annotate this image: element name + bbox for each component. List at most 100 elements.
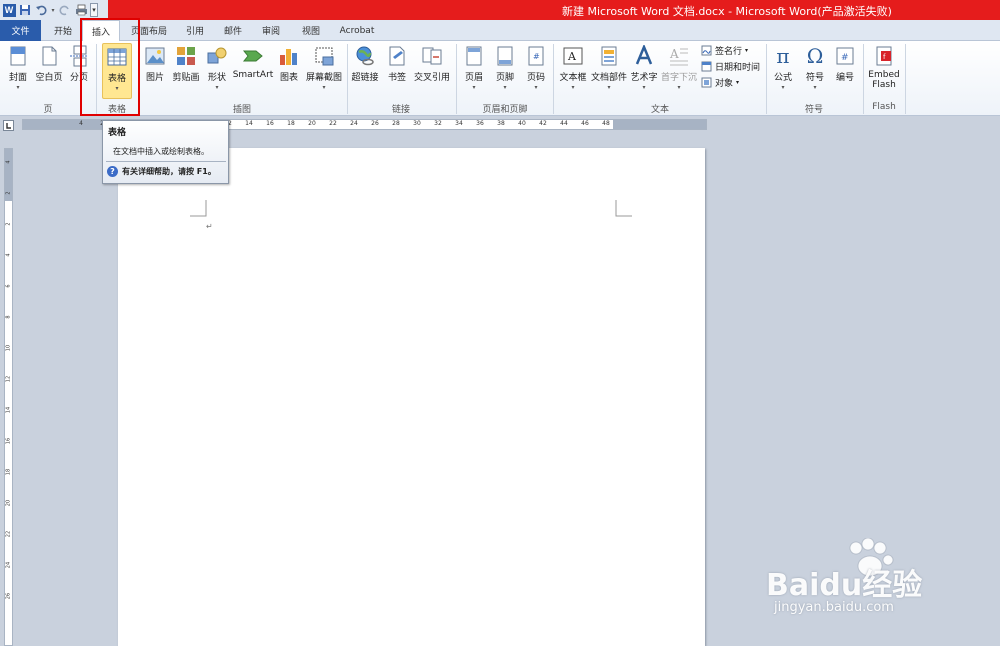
clipart-label: 剪贴画 <box>172 73 200 83</box>
tab-mailings[interactable]: 邮件 <box>216 20 250 41</box>
quick-parts-button[interactable]: 文档部件 ▾ <box>590 43 628 91</box>
textbox-icon: A <box>563 47 583 65</box>
equation-button[interactable]: π 公式 ▾ <box>770 43 796 91</box>
group-label-links: 链接 <box>391 105 411 115</box>
signature-line-label: 签名行 <box>715 47 743 57</box>
object-button[interactable]: 对象 ▾ <box>701 76 739 89</box>
svg-text:A: A <box>669 47 679 61</box>
vertical-ruler[interactable]: 4 2 2 4 6 8 10 12 14 16 18 20 22 24 26 <box>4 148 13 646</box>
group-separator <box>553 44 554 114</box>
bookmark-button[interactable]: 书签 <box>384 43 410 83</box>
tooltip-divider <box>106 161 226 162</box>
tab-references[interactable]: 引用 <box>178 20 212 41</box>
ruler-tick-label: 30 <box>413 120 421 127</box>
ruler-tick-label: 48 <box>602 120 610 127</box>
header-label: 页眉 <box>464 73 483 83</box>
tooltip-description: 在文档中插入或绘制表格。 <box>113 147 209 156</box>
embed-flash-button[interactable]: f Embed Flash <box>866 43 902 90</box>
group-separator <box>347 44 348 114</box>
help-icon: ? <box>107 166 118 177</box>
ruler-tick-label: 24 <box>5 561 12 569</box>
hyperlink-button[interactable]: 超链接 <box>350 43 380 83</box>
footer-button[interactable]: 页脚 ▾ <box>492 43 518 91</box>
group-label-text: 文本 <box>650 105 670 115</box>
symbol-button[interactable]: Ω 符号 ▾ <box>802 43 828 91</box>
chevron-down-icon: ▾ <box>16 84 20 91</box>
numbering-label: 编号 <box>835 73 854 83</box>
chart-icon <box>280 49 297 65</box>
quick-parts-label: 文档部件 <box>590 73 627 83</box>
tab-selector-button[interactable] <box>3 120 14 131</box>
chevron-down-icon: ▾ <box>571 84 575 91</box>
ruler-tick-label: 32 <box>434 120 442 127</box>
tab-home[interactable]: 开始 <box>46 20 80 41</box>
group-separator <box>456 44 457 114</box>
cover-page-button[interactable]: 封面 ▾ <box>4 43 32 91</box>
customize-toolbar-icon[interactable]: ▾ <box>90 3 98 17</box>
tab-file[interactable]: 文件 <box>0 20 41 41</box>
chevron-down-icon: ▾ <box>781 84 785 91</box>
wordart-label: 艺术字 <box>630 73 658 83</box>
tab-review[interactable]: 审阅 <box>254 20 288 41</box>
textbox-label: 文本框 <box>559 73 587 83</box>
textbox-button[interactable]: A 文本框 ▾ <box>558 43 588 91</box>
clipart-button[interactable]: 剪贴画 <box>170 43 202 83</box>
shapes-button[interactable]: 形状 ▾ <box>204 43 230 91</box>
group-label-pages: 页 <box>43 105 53 115</box>
smartart-button[interactable]: SmartArt <box>232 43 274 80</box>
ruler-tick-label: 42 <box>539 120 547 127</box>
tab-acrobat[interactable]: Acrobat <box>334 20 380 41</box>
ruler-tick-label: 26 <box>371 120 379 127</box>
watermark-url: jingyan.baidu.com <box>774 600 894 615</box>
embed-flash-label-2: Flash <box>872 80 896 90</box>
chart-label: 图表 <box>279 73 298 83</box>
cross-reference-button[interactable]: 交叉引用 <box>412 43 452 83</box>
ruler-tick-label: 2 <box>5 222 12 226</box>
blank-page-label: 空白页 <box>35 73 63 83</box>
ruler-margin-right <box>613 120 706 129</box>
header-button[interactable]: 页眉 ▾ <box>461 43 487 91</box>
blank-page-button[interactable]: 空白页 <box>34 43 64 83</box>
clipart-icon <box>177 47 195 65</box>
cross-reference-icon <box>422 47 442 65</box>
signature-line-button[interactable]: 签名行 ▾ <box>701 44 748 57</box>
ruler-tick-label: 14 <box>245 120 253 127</box>
date-time-button[interactable]: 日期和时间 <box>701 60 760 73</box>
drop-cap-button[interactable]: A 首字下沉 ▾ <box>660 43 698 91</box>
wordart-button[interactable]: 艺术字 ▾ <box>629 43 659 91</box>
ruler-tick-label: 18 <box>5 468 12 476</box>
group-label-symbols: 符号 <box>804 105 824 115</box>
ruler-tick-label: 40 <box>518 120 526 127</box>
document-page[interactable]: ↵ <box>118 148 705 646</box>
object-icon <box>701 77 712 88</box>
chevron-down-icon: ▾ <box>215 84 219 91</box>
redo-icon[interactable] <box>58 3 72 17</box>
word-app-icon[interactable]: W <box>2 3 16 17</box>
ruler-tick-label: 36 <box>476 120 484 127</box>
chevron-down-icon: ▾ <box>642 84 646 91</box>
picture-button[interactable]: 图片 <box>142 43 168 83</box>
chevron-down-icon: ▾ <box>677 84 681 91</box>
ruler-tick-label: 34 <box>455 120 463 127</box>
hyperlink-label: 超链接 <box>351 73 379 83</box>
tab-view[interactable]: 视图 <box>292 20 330 41</box>
group-label-illustrations: 插图 <box>232 105 252 115</box>
numbering-button[interactable]: # 编号 <box>832 43 858 83</box>
drop-cap-icon: A <box>669 47 688 66</box>
ruler-tick-label: 16 <box>5 437 12 445</box>
ruler-tick-label: 22 <box>329 120 337 127</box>
ruler-tick-label: 10 <box>5 344 12 352</box>
bookmark-label: 书签 <box>387 73 406 83</box>
drop-cap-label: 首字下沉 <box>660 73 697 83</box>
save-icon[interactable] <box>18 3 32 17</box>
group-separator <box>863 44 864 114</box>
chart-button[interactable]: 图表 <box>276 43 302 83</box>
chevron-down-icon: ▾ <box>736 79 740 86</box>
numbering-icon: # <box>836 47 854 65</box>
screenshot-button[interactable]: 屏幕截图 ▾ <box>304 43 344 91</box>
undo-dropdown-icon[interactable]: ▾ <box>50 3 56 17</box>
print-icon[interactable] <box>74 3 88 17</box>
tooltip-help: ? 有关详细帮助，请按 F1。 <box>107 166 216 177</box>
page-number-button[interactable]: # 页码 ▾ <box>523 43 549 91</box>
undo-icon[interactable] <box>34 3 48 17</box>
